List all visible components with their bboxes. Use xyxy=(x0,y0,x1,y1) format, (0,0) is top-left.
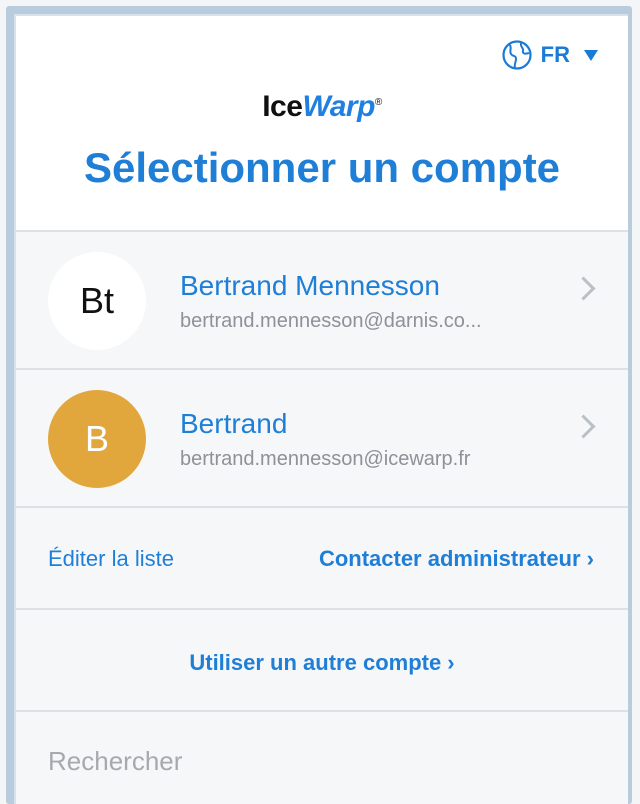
search-input[interactable] xyxy=(46,740,570,782)
header: FR IceWarp® Sélectionner un compte xyxy=(16,16,628,230)
account-email: bertrand.mennesson@icewarp.fr xyxy=(180,448,471,470)
account-text: Bertrand Mennesson bertrand.mennesson@da… xyxy=(180,270,542,333)
icewarp-logo: IceWarp® xyxy=(16,90,628,124)
logo-prefix: Ice xyxy=(262,90,303,123)
caret-down-icon xyxy=(584,49,598,61)
chevron-right-icon xyxy=(571,414,596,439)
language-code: FR xyxy=(540,42,570,67)
account-email: bertrand.mennesson@darnis.co... xyxy=(180,310,482,332)
logo-accent: Warp xyxy=(302,90,375,123)
search-section xyxy=(16,712,628,802)
account-picker-panel: FR IceWarp® Sélectionner un compte Bt Be… xyxy=(14,14,628,804)
account-name: Bertrand xyxy=(180,408,288,439)
list-actions: Éditer la liste Contacter administrateur… xyxy=(16,508,628,608)
logo-mark: ® xyxy=(374,97,382,108)
account-text: Bertrand bertrand.mennesson@icewarp.fr xyxy=(180,408,542,471)
account-name: Bertrand Mennesson xyxy=(180,270,440,301)
other-account-section: Utiliser un autre compte › xyxy=(16,610,628,710)
globe-icon xyxy=(502,40,532,70)
account-item-2[interactable]: B Bertrand bertrand.mennesson@icewarp.fr xyxy=(16,370,628,506)
avatar: B xyxy=(48,390,146,488)
language-selector[interactable]: FR xyxy=(501,38,598,72)
contact-admin-link[interactable]: Contacter administrateur › xyxy=(319,546,594,572)
page-title: Sélectionner un compte xyxy=(83,144,561,191)
avatar: Bt xyxy=(48,252,146,350)
use-other-account-link[interactable]: Utiliser un autre compte › xyxy=(189,650,454,676)
chevron-right-icon xyxy=(571,276,596,301)
edit-list-link[interactable]: Éditer la liste xyxy=(48,546,174,572)
account-item-1[interactable]: Bt Bertrand Mennesson bertrand.mennesson… xyxy=(16,232,628,368)
